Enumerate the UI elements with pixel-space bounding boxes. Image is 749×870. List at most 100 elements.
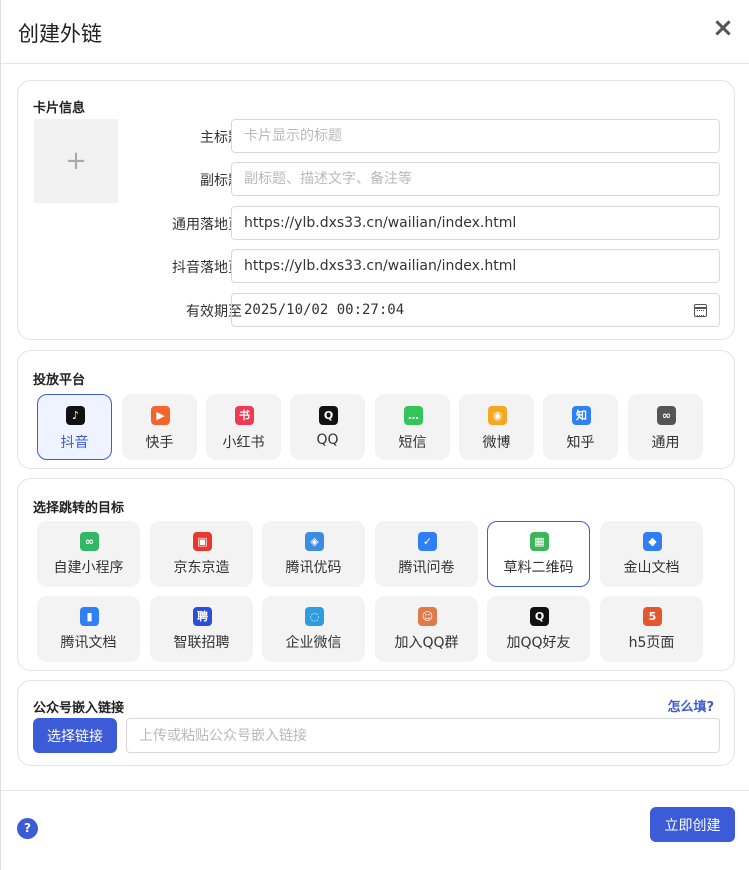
platform-glyph: ▶ (156, 409, 165, 422)
link-icon: ∞ (657, 406, 676, 425)
embed-link-input[interactable] (126, 718, 720, 753)
douyin-page-row: 抖音落地页 (138, 249, 721, 283)
sub-title-row: 副标题 (138, 162, 721, 196)
qq-friend-icon: Q (530, 607, 549, 626)
image-upload-button[interactable]: + (34, 119, 118, 203)
how-to-fill-link[interactable]: 怎么填? (667, 696, 714, 715)
expiry-value: 2025/10/02 00:27:04 (244, 302, 405, 318)
target-label: 智联招聘 (173, 635, 230, 651)
tencent-survey-icon: ✓ (418, 532, 437, 551)
platform-label: 小红书 (222, 435, 265, 451)
sub-title-input[interactable] (231, 162, 720, 196)
target-option[interactable]: 5 h5页面 (600, 596, 703, 662)
platform-label: 快手 (145, 435, 174, 451)
target-section: 选择跳转的目标 ∞ 自建小程序 ▣ 京东京造 ◈ 腾讯优码 ✓ 腾讯问卷 ▦ 草料二维码 ◆ 金山文档… (17, 478, 735, 671)
target-glyph: ∞ (84, 535, 95, 548)
help-icon[interactable]: ? (17, 818, 38, 839)
platform-option[interactable]: ∞ 通用 (628, 394, 703, 460)
platform-label: 短信 (398, 435, 427, 451)
zhaopin-icon: 聘 (193, 607, 212, 626)
target-option[interactable]: ◆ 金山文档 (600, 521, 703, 587)
platform-option[interactable]: Q QQ (290, 394, 365, 460)
platform-glyph: Q (323, 409, 334, 422)
xiaohongshu-icon: 书 (235, 406, 254, 425)
platform-glyph: … (408, 409, 419, 422)
wecom-icon: ◌ (305, 607, 324, 626)
tencent-code-icon: ◈ (305, 532, 324, 551)
calendar-icon[interactable] (694, 304, 707, 317)
platform-label: 通用 (651, 435, 680, 451)
expiry-datetime-input[interactable]: 2025/10/02 00:27:04 (231, 293, 720, 327)
platform-glyph: ◉ (492, 409, 503, 422)
create-now-button[interactable]: 立即创建 (650, 807, 735, 842)
target-option[interactable]: ▦ 草料二维码 (487, 521, 590, 587)
douyin-page-input[interactable] (231, 249, 720, 283)
target-label: 加入QQ群 (394, 635, 459, 651)
target-glyph: ◆ (648, 535, 657, 548)
platform-option[interactable]: ♪ 抖音 (37, 394, 112, 460)
target-option[interactable]: ▮ 腾讯文档 (37, 596, 140, 662)
platform-label: QQ (316, 432, 339, 448)
platform-glyph: 知 (576, 409, 587, 422)
card-info-title: 卡片信息 (33, 101, 86, 116)
target-label: 自建小程序 (53, 560, 124, 576)
platform-glyph: ∞ (661, 409, 672, 422)
target-label: 加QQ好友 (506, 635, 571, 651)
target-glyph: 5 (648, 610, 657, 623)
kuaishou-icon: ▶ (151, 406, 170, 425)
target-label: 腾讯问卷 (398, 560, 455, 576)
sms-icon: … (404, 406, 423, 425)
general-page-row: 通用落地页 (138, 206, 721, 240)
target-option[interactable]: Q 加QQ好友 (487, 596, 590, 662)
platform-title: 投放平台 (33, 373, 86, 388)
target-option[interactable]: ◌ 企业微信 (262, 596, 365, 662)
target-glyph: Q (534, 610, 545, 623)
target-option[interactable]: ✓ 腾讯问卷 (375, 521, 478, 587)
main-title-row: 主标题 (138, 119, 721, 153)
embed-title: 公众号嵌入链接 (33, 701, 125, 716)
tencent-docs-icon: ▮ (80, 607, 99, 626)
dialog-header: 创建外链 × (1, 0, 749, 64)
close-icon[interactable]: × (711, 14, 735, 42)
mini-program-icon: ∞ (80, 532, 99, 551)
main-title-input[interactable] (231, 119, 720, 153)
general-page-input[interactable] (231, 206, 720, 240)
create-link-dialog: 创建外链 × 卡片信息 + 主标题 副标题 通用落地页 抖音落地页 有效期至 2… (0, 0, 749, 870)
target-label: 腾讯文档 (60, 635, 117, 651)
jd-icon: ▣ (193, 532, 212, 551)
dialog-title: 创建外链 (18, 22, 102, 46)
platform-option[interactable]: ◉ 微博 (459, 394, 534, 460)
target-glyph: ☺ (421, 610, 434, 623)
platform-glyph: 书 (239, 409, 250, 422)
target-label: 腾讯优码 (285, 560, 342, 576)
embed-link-section: 公众号嵌入链接 怎么填? 选择链接 (17, 680, 735, 766)
platform-label: 知乎 (566, 435, 595, 451)
dialog-footer: ? 立即创建 (1, 790, 749, 870)
platform-option[interactable]: … 短信 (375, 394, 450, 460)
platform-glyph: ♪ (71, 409, 80, 422)
target-label: h5页面 (628, 635, 675, 651)
target-glyph: ✓ (422, 535, 433, 548)
html5-icon: 5 (643, 607, 662, 626)
qq-icon: Q (319, 406, 338, 425)
qrcode-icon: ▦ (530, 532, 549, 551)
platform-option[interactable]: 知知乎 (543, 394, 618, 460)
target-label: 京东京造 (173, 560, 230, 576)
target-option[interactable]: 聘智联招聘 (150, 596, 253, 662)
target-label: 企业微信 (285, 635, 342, 651)
card-info-section: 卡片信息 + 主标题 副标题 通用落地页 抖音落地页 有效期至 2025/10/… (17, 80, 735, 340)
platform-option[interactable]: ▶ 快手 (122, 394, 197, 460)
expiry-row: 有效期至 2025/10/02 00:27:04 (138, 293, 721, 327)
target-glyph: ▦ (534, 535, 545, 548)
target-glyph: 聘 (197, 610, 208, 623)
target-option[interactable]: ☺ 加入QQ群 (375, 596, 478, 662)
target-option[interactable]: ◈ 腾讯优码 (262, 521, 365, 587)
platform-option[interactable]: 书小红书 (206, 394, 281, 460)
kdocs-icon: ◆ (643, 532, 662, 551)
qq-group-icon: ☺ (418, 607, 437, 626)
target-option[interactable]: ▣ 京东京造 (150, 521, 253, 587)
target-option[interactable]: ∞ 自建小程序 (37, 521, 140, 587)
douyin-icon: ♪ (66, 406, 85, 425)
target-glyph: ▣ (197, 535, 208, 548)
select-link-button[interactable]: 选择链接 (33, 718, 117, 753)
